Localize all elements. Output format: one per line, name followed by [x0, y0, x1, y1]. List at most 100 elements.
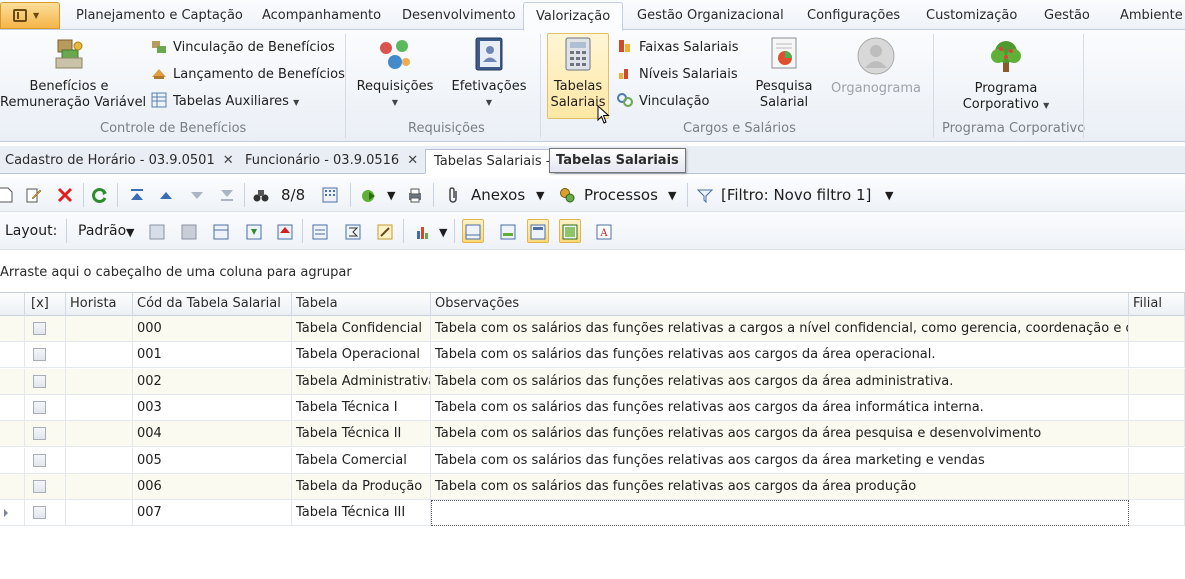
observacoes-cell[interactable]: Tabela com os salários das funções relat…: [431, 447, 1129, 474]
row-checkbox[interactable]: [33, 479, 46, 493]
codigo-cell[interactable]: 002: [133, 368, 292, 395]
programa-corporativo-button[interactable]: Programa Corporativo ▼: [950, 34, 1062, 118]
print-icon[interactable]: [407, 187, 423, 203]
filial-cell[interactable]: [1129, 368, 1185, 395]
tabela-cell[interactable]: Tabela da Produção: [292, 473, 431, 500]
column-header-observacoes[interactable]: Observações: [431, 293, 1129, 316]
table-row[interactable]: 004 Tabela Técnica II Tabela com os salári…: [0, 421, 1185, 448]
tab-gestao-organizacional[interactable]: Gestão Organizacional: [637, 5, 784, 29]
tabela-cell[interactable]: Tabela Técnica II: [292, 421, 431, 448]
column-header-codigo[interactable]: Cód da Tabela Salarial: [133, 293, 292, 316]
previous-record-icon[interactable]: [158, 187, 174, 203]
processos-button[interactable]: Processos: [584, 186, 658, 204]
group-box-icon[interactable]: [312, 224, 328, 240]
horista-cell[interactable]: [66, 473, 133, 500]
row-checkbox[interactable]: [33, 453, 46, 467]
observacoes-cell[interactable]: Tabela com os salários das funções relat…: [431, 368, 1129, 395]
filial-cell[interactable]: [1129, 473, 1185, 500]
tabela-cell[interactable]: Tabela Confidencial: [292, 316, 431, 342]
chart-icon[interactable]: [416, 224, 432, 240]
column-header-tabela[interactable]: Tabela: [292, 293, 431, 316]
layout-option-icon[interactable]: [181, 224, 197, 240]
table-row[interactable]: 002 Tabela Administrativa Tabela com os sa…: [0, 368, 1185, 395]
tab-gestao[interactable]: Gestão: [1044, 5, 1090, 29]
select-cell[interactable]: [25, 394, 66, 421]
efetivacoes-button[interactable]: Efetivações ▼: [448, 34, 530, 118]
export-icon[interactable]: [361, 187, 377, 203]
filial-cell[interactable]: [1129, 394, 1185, 421]
edit-record-icon[interactable]: [26, 187, 42, 203]
tab-planejamento[interactable]: Planejamento e Captação: [76, 5, 243, 29]
observacoes-cell[interactable]: Tabela com os salários das funções relat…: [431, 473, 1129, 500]
tab-acompanhamento[interactable]: Acompanhamento: [262, 5, 381, 29]
footer-icon[interactable]: [500, 224, 516, 240]
next-record-icon[interactable]: [189, 187, 205, 203]
observacoes-cell[interactable]: Tabela com os salários das funções relat…: [431, 394, 1129, 421]
row-checkbox[interactable]: [33, 400, 46, 414]
observacoes-cell[interactable]: [431, 500, 1129, 527]
close-icon[interactable]: ✕: [223, 153, 234, 168]
layout-selector[interactable]: Padrão: [78, 223, 126, 239]
horista-cell[interactable]: [66, 342, 133, 369]
pesquisa-salarial-button[interactable]: Pesquisa Salarial: [750, 34, 818, 118]
table-row[interactable]: 006 Tabela da Produção Tabela com os salár…: [0, 473, 1185, 500]
select-cell[interactable]: [25, 473, 66, 500]
gears-icon[interactable]: [559, 187, 575, 203]
filial-cell[interactable]: [1129, 500, 1185, 527]
tabela-cell[interactable]: Tabela Técnica I: [292, 394, 431, 421]
import-layout-icon[interactable]: [246, 224, 262, 240]
tab-desenvolvimento[interactable]: Desenvolvimento: [402, 5, 516, 29]
columns-icon[interactable]: [213, 224, 229, 240]
new-record-icon[interactable]: [0, 187, 16, 203]
horista-cell[interactable]: [66, 421, 133, 448]
doc-tab-cadastro-horario[interactable]: Cadastro de Horário - 03.9.0501 ✕: [5, 149, 234, 174]
observacoes-cell[interactable]: Tabela com os salários das funções relat…: [431, 421, 1129, 448]
chevron-down-icon[interactable]: ▼: [126, 226, 134, 239]
faixas-salariais-button[interactable]: Faixas Salariais: [617, 38, 739, 58]
codigo-cell[interactable]: 005: [133, 447, 292, 474]
select-cell[interactable]: [25, 447, 66, 474]
vinculacao-cargos-button[interactable]: Vinculação: [617, 92, 710, 112]
export-layout-icon[interactable]: [277, 224, 293, 240]
organograma-button[interactable]: Organograma: [828, 34, 924, 118]
select-cell[interactable]: [25, 368, 66, 395]
first-record-icon[interactable]: [129, 187, 145, 203]
delete-icon[interactable]: [57, 187, 73, 203]
column-header-filial[interactable]: Filial: [1129, 293, 1185, 316]
save-layout-icon[interactable]: [149, 224, 165, 240]
beneficios-remuneracao-button[interactable]: Benefícios e Remuneração Variável: [0, 34, 146, 118]
tabela-cell[interactable]: Tabela Administrativa: [292, 368, 431, 395]
vinculacao-beneficios-button[interactable]: Vinculação de Benefícios: [151, 38, 335, 58]
filial-cell[interactable]: [1129, 316, 1185, 342]
table-row[interactable]: 003 Tabela Técnica I Tabela com os salário…: [0, 394, 1185, 421]
horista-cell[interactable]: [66, 368, 133, 395]
select-cell[interactable]: [25, 500, 66, 527]
table-row[interactable]: 005 Tabela Comercial Tabela com os salário…: [0, 447, 1185, 474]
paperclip-icon[interactable]: [446, 187, 462, 203]
row-checkbox[interactable]: [33, 322, 46, 335]
codigo-cell[interactable]: 001: [133, 342, 292, 369]
codigo-cell[interactable]: 006: [133, 473, 292, 500]
column-header-select[interactable]: [x]: [25, 293, 66, 316]
font-icon[interactable]: A: [596, 224, 612, 240]
chevron-down-icon[interactable]: ▼: [885, 189, 893, 202]
observacoes-cell[interactable]: Tabela com os salários das funções relat…: [431, 316, 1129, 342]
tab-valorizacao[interactable]: Valorização: [523, 2, 624, 31]
tab-configuracoes[interactable]: Configurações: [807, 5, 900, 29]
binoculars-icon[interactable]: [253, 187, 269, 203]
row-checkbox[interactable]: [33, 348, 46, 362]
codigo-cell[interactable]: 007: [133, 500, 292, 527]
row-checkbox[interactable]: [33, 506, 46, 520]
chevron-down-icon[interactable]: ▼: [387, 189, 395, 202]
select-cell[interactable]: [25, 421, 66, 448]
group-by-panel[interactable]: Arraste aqui o cabeçalho de uma coluna p…: [0, 250, 1185, 292]
tabela-cell[interactable]: Tabela Operacional: [292, 342, 431, 369]
filial-cell[interactable]: [1129, 447, 1185, 474]
doc-tab-funcionario[interactable]: Funcionário - 03.9.0516 ✕: [245, 149, 418, 174]
application-menu-button[interactable]: ▼: [0, 2, 60, 29]
horista-cell[interactable]: [66, 447, 133, 474]
anexos-button[interactable]: Anexos: [471, 186, 525, 204]
filial-cell[interactable]: [1129, 342, 1185, 369]
observacoes-cell[interactable]: Tabela com os salários das funções relat…: [431, 342, 1129, 369]
filter-selector[interactable]: [Filtro: Novo filtro 1]: [721, 186, 871, 204]
